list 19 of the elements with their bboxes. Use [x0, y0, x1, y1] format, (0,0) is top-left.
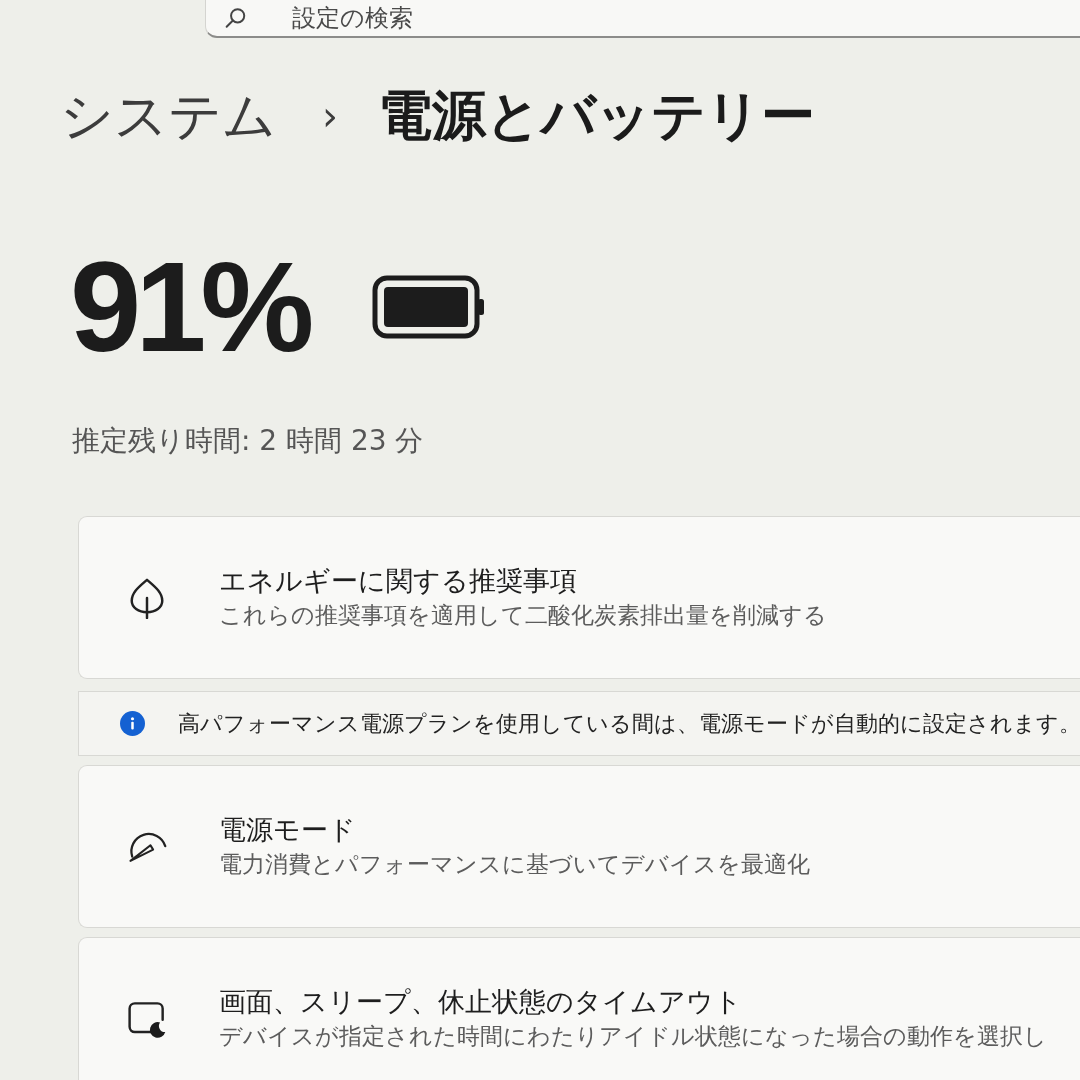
search-field[interactable]: 設定の検索	[205, 0, 1080, 38]
battery-percentage: 91%	[70, 247, 309, 367]
search-icon	[225, 7, 247, 29]
breadcrumb-separator: ›	[322, 92, 338, 141]
setting-description: デバイスが指定された時間にわたりアイドル状態になった場合の動作を選択し	[219, 1022, 1047, 1051]
battery-icon	[372, 275, 487, 339]
settings-card[interactable]: エネルギーに関する推奨事項 これらの推奨事項を適用して二酸化炭素排出量を削減する	[78, 516, 1080, 679]
settings-card[interactable]: 電源モード 電力消費とパフォーマンスに基づいてデバイスを最適化	[78, 765, 1080, 928]
settings-card[interactable]: 画面、スリープ、休止状態のタイムアウト デバイスが指定された時間にわたりアイドル状態になった場合の動作を選択し	[78, 937, 1080, 1080]
setting-description: これらの推奨事項を適用して二酸化炭素排出量を削減する	[219, 601, 827, 630]
breadcrumb-link[interactable]: システム	[60, 83, 276, 149]
setting-description: 電力消費とパフォーマンスに基づいてデバイスを最適化	[219, 850, 810, 879]
setting-title: 電源モード	[219, 813, 356, 847]
battery-time-estimate: 推定残り時間: 2 時間 23 分	[72, 423, 424, 459]
info-message: 高パフォーマンス電源プランを使用している間は、電源モードが自動的に設定されます。	[178, 709, 1080, 738]
page-title: 電源とバッテリー	[378, 83, 815, 149]
info-icon	[120, 711, 145, 736]
setting-title: 画面、スリープ、休止状態のタイムアウト	[219, 985, 742, 1019]
setting-title: エネルギーに関する推奨事項	[219, 564, 577, 598]
